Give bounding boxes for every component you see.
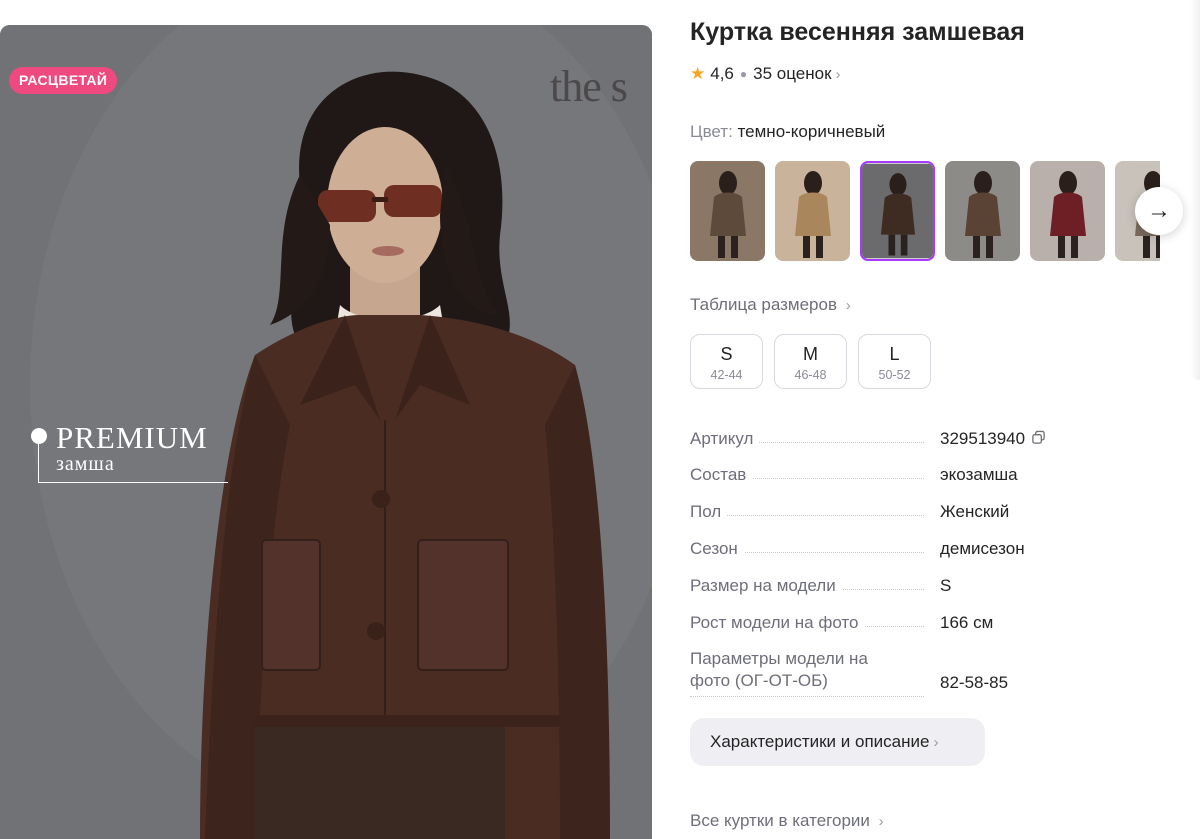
spec-key: Рост модели на фото [690,613,859,632]
spec-value-wrap: S [940,575,951,597]
color-variant-thumbnail[interactable] [860,161,935,261]
spec-value: 82-58-85 [940,673,1009,692]
size-range: 42-44 [710,368,743,382]
color-value: темно-коричневый [737,122,886,141]
color-variant-thumbnail[interactable] [1030,161,1105,261]
color-variant-thumbnail[interactable] [945,161,1020,261]
thumbnail-image [690,161,765,261]
chevron-right-icon: › [933,733,939,751]
all-category-link[interactable]: Все куртки в категории › [690,811,884,831]
spec-leader-dots [690,696,924,697]
spec-key-wrap: Рост модели на фото [690,612,865,634]
brand-watermark: the s [550,62,628,111]
thumbnail-image [862,163,933,259]
spec-key-wrap: Артикул [690,428,760,450]
color-variant-thumbnail[interactable] [690,161,765,261]
premium-line-vertical [38,443,39,483]
rating-summary[interactable]: ★ 4,6 ● 35 оценок › [690,64,841,84]
spec-value: S [940,576,952,595]
copy-icon[interactable] [1031,430,1046,445]
side-panel-edge [1190,0,1200,380]
spec-value: Женский [940,502,1010,521]
spec-value-wrap: Женский [940,501,1009,523]
all-category-label: Все куртки в категории [690,811,870,830]
spec-key: Состав [690,465,747,484]
spec-key: Размер на модели [690,576,836,595]
size-label: M [803,344,818,364]
size-option-s[interactable]: S 42-44 [690,334,763,389]
spec-key-line2: фото (ОГ-ОТ-ОБ) [690,671,828,690]
spec-key-wrap: Размер на модели [690,575,842,597]
spec-value-wrap: 166 см [940,612,993,634]
color-row: Цвет: темно-коричневый [690,122,885,142]
spec-value: 166 см [940,613,994,632]
size-label: L [889,344,900,364]
description-button-label: Характеристики и описание [710,732,930,751]
rating-value: 4,6 [710,64,734,83]
separator-dot: ● [739,67,748,81]
thumbnail-image [775,161,850,261]
chevron-right-icon: › [845,297,851,314]
size-option-l[interactable]: L 50-52 [858,334,931,389]
chevron-right-icon: › [878,813,884,830]
size-option-m[interactable]: M 46-48 [774,334,847,389]
spec-key-wrap: Пол [690,501,728,523]
spec-key-wrap: Параметры модели на фото (ОГ-ОТ-ОБ) [690,648,874,692]
size-table-link[interactable]: Таблица размеров › [690,295,851,315]
spec-value-wrap: экозамша [940,464,1018,486]
spec-value: демисезон [940,539,1025,558]
product-main-photo[interactable]: РАСЦВЕТАЙ the s PREMIUM замша [0,25,652,839]
premium-line-horizontal [38,482,228,483]
size-label: S [720,344,733,364]
thumbnails-next-button[interactable]: → [1135,187,1183,235]
size-range: 46-48 [794,368,827,382]
spec-key: Пол [690,502,722,521]
thumbnail-image [1030,161,1105,261]
spec-key: Сезон [690,539,738,558]
promo-badge: РАСЦВЕТАЙ [9,67,118,94]
spec-value: экозамша [940,465,1018,484]
size-table-label: Таблица размеров [690,295,837,314]
size-selector: S 42-44 M 46-48 L 50-52 [690,334,931,389]
product-title: Куртка весенняя замшевая [690,18,1025,46]
spec-value-wrap: 82-58-85 [940,672,1008,694]
chevron-right-icon: › [835,65,841,83]
thumbnail-image [945,161,1020,261]
reviews-count: 35 оценок [753,64,832,83]
star-icon: ★ [690,64,706,83]
spec-value-wrap: 329513940 [940,428,1046,450]
premium-title: PREMIUM [56,420,208,455]
description-button[interactable]: Характеристики и описание › [690,718,985,766]
color-label: Цвет: [690,122,733,141]
color-variant-thumbnail[interactable] [775,161,850,261]
arrow-right-icon: → [1147,197,1171,224]
premium-subtitle: замша [56,453,115,475]
spec-value: 329513940 [940,429,1026,448]
spec-key: Артикул [690,429,754,448]
spec-key: Параметры модели на [690,649,868,668]
spec-value-wrap: демисезон [940,538,1025,560]
premium-dot [31,428,47,444]
color-variant-thumbnails [690,161,1160,261]
spec-key-wrap: Состав [690,464,753,486]
size-range: 50-52 [878,368,911,382]
spec-key-wrap: Сезон [690,538,744,560]
